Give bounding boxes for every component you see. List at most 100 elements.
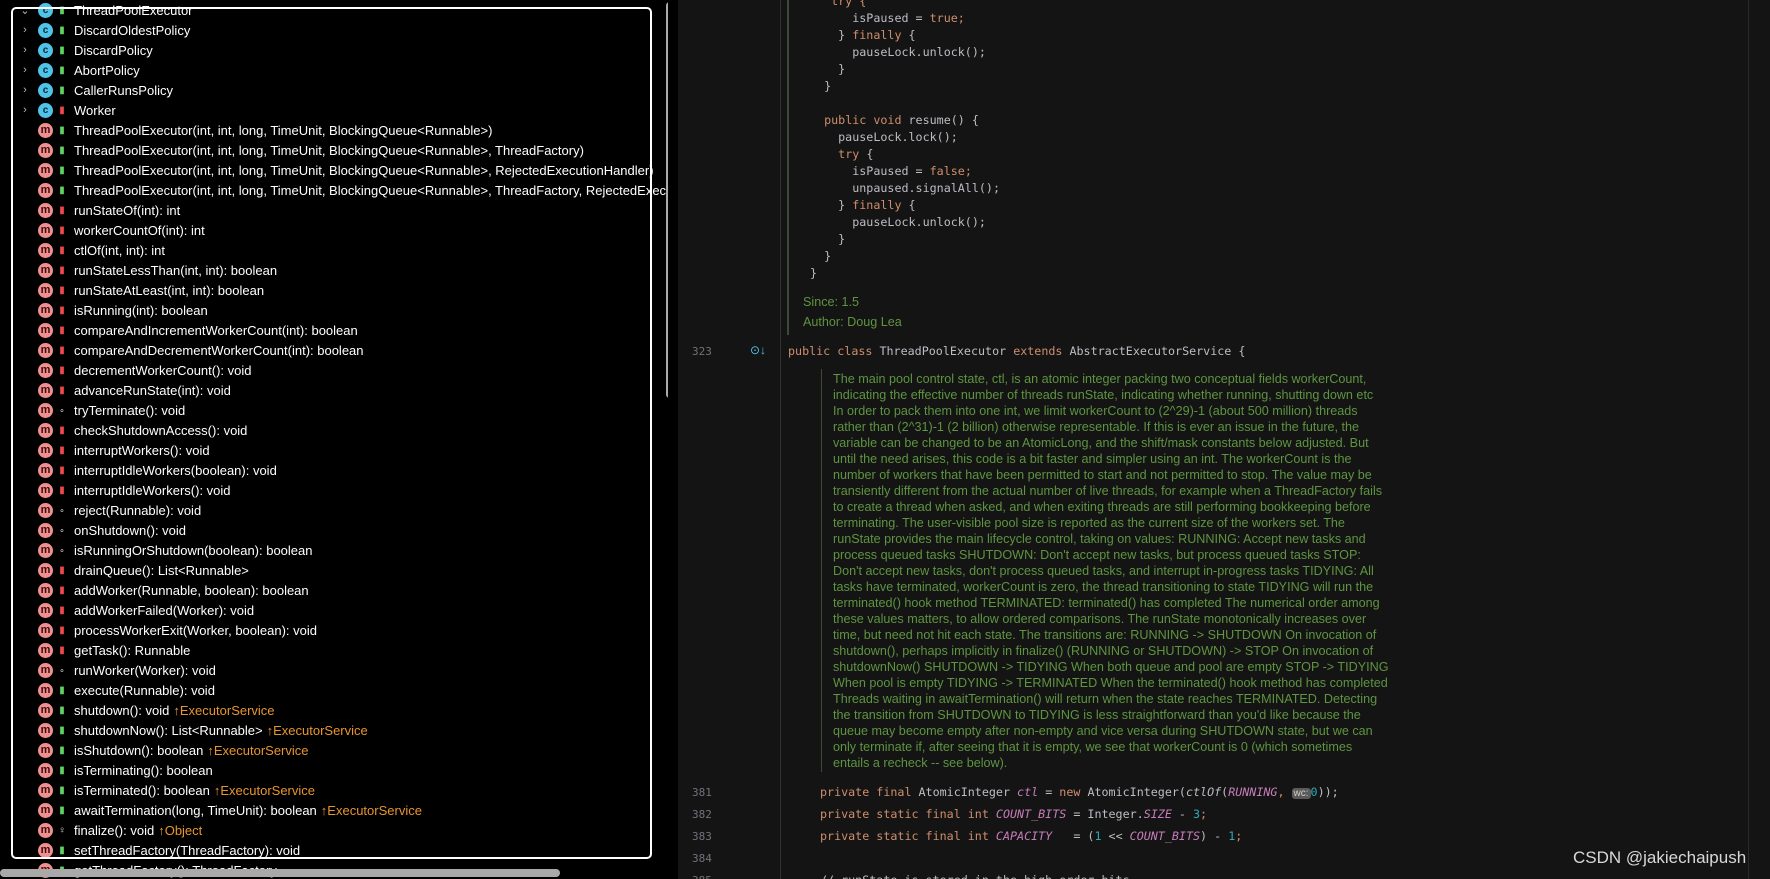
item-label: tryTerminate(): void	[74, 403, 185, 418]
code-line: private static final int CAPACITY = (1 <…	[820, 828, 1242, 845]
structure-item[interactable]: › c ▮ AbortPolicy	[0, 60, 668, 80]
javadoc-line: runState provides the main lifecycle con…	[833, 532, 1366, 546]
item-signature: advanceRunState(int): void	[74, 382, 231, 398]
code-token: new	[1059, 785, 1088, 799]
structure-item[interactable]: › c ▮ CallerRunsPolicy	[0, 80, 668, 100]
chevron-down-icon[interactable]: ⌄	[20, 4, 30, 17]
item-label: execute(Runnable): void	[74, 683, 215, 698]
structure-item[interactable]: m ▮ ThreadPoolExecutor(int, int, long, Tim…	[0, 140, 668, 160]
horizontal-scrollbar[interactable]	[0, 869, 560, 877]
structure-item[interactable]: m ▮ addWorkerFailed(Worker): void	[0, 600, 668, 620]
structure-item[interactable]: m ▮ compareAndDecrementWorkerCount(int): b…	[0, 340, 668, 360]
item-label: drainQueue(): List<Runnable>	[74, 563, 249, 578]
private-visibility-icon: ▮	[59, 204, 65, 216]
structure-item[interactable]: m ▮ awaitTermination(long, TimeUnit): bool…	[0, 800, 668, 820]
structure-item[interactable]: m ▮ runStateLessThan(int, int): boolean	[0, 260, 668, 280]
item-label: isRunningOrShutdown(boolean): boolean	[74, 543, 313, 558]
vertical-scrollbar[interactable]	[666, 2, 668, 398]
structure-item[interactable]: m ▮ ThreadPoolExecutor(int, int, long, Tim…	[0, 160, 668, 180]
private-visibility-icon: ▮	[59, 324, 65, 336]
structure-item[interactable]: m ▮ shutdownNow(): List<Runnable> ↑Executor…	[0, 720, 668, 740]
method-icon: m	[38, 322, 53, 338]
public-visibility-icon: ▮	[59, 24, 65, 36]
code-token: unpaused.signalAll();	[810, 181, 1000, 195]
code-line: private final AtomicInteger ctl = new At…	[820, 784, 1339, 801]
structure-item[interactable]: m ▮ interruptIdleWorkers(boolean): void	[0, 460, 668, 480]
structure-item[interactable]: m ▮ workerCountOf(int): int	[0, 220, 668, 240]
doc-since: Since: 1.5	[803, 295, 860, 309]
structure-item[interactable]: m ∘ runWorker(Worker): void	[0, 660, 668, 680]
structure-item[interactable]: m ▮ checkShutdownAccess(): void	[0, 420, 668, 440]
structure-item[interactable]: m ▮ getTask(): Runnable	[0, 640, 668, 660]
line-number: 323	[692, 345, 712, 358]
public-visibility-icon: ▮	[59, 804, 65, 816]
structure-item[interactable]: m ▮ drainQueue(): List<Runnable>	[0, 560, 668, 580]
structure-item[interactable]: m ▮ isTerminated(): boolean ↑ExecutorServic…	[0, 780, 668, 800]
chevron-right-icon[interactable]: ›	[20, 84, 30, 96]
structure-item[interactable]: m ▮ shutdown(): void ↑ExecutorService	[0, 700, 668, 720]
structure-item[interactable]: m ▮ ctlOf(int, int): int	[0, 240, 668, 260]
item-signature: CallerRunsPolicy	[74, 82, 173, 98]
chevron-right-icon[interactable]: ›	[20, 64, 30, 76]
structure-item[interactable]: m ▮ isShutdown(): boolean ↑ExecutorService	[0, 740, 668, 760]
structure-item[interactable]: m ∘ isRunningOrShutdown(boolean): boolean	[0, 540, 668, 560]
private-visibility-icon: ▮	[59, 584, 65, 596]
item-label: isShutdown(): boolean ↑ExecutorService	[74, 743, 309, 758]
javadoc-bar	[821, 369, 822, 772]
private-visibility-icon: ▮	[59, 224, 65, 236]
item-signature: finalize(): void	[74, 822, 155, 838]
structure-item[interactable]: m ▮ isRunning(int): boolean	[0, 300, 668, 320]
item-signature: addWorkerFailed(Worker): void	[74, 602, 255, 618]
structure-item[interactable]: m ▮ runStateOf(int): int	[0, 200, 668, 220]
public-visibility-icon: ▮	[59, 184, 65, 196]
code-token: isPaused =	[810, 164, 930, 178]
structure-item[interactable]: m ▮ isTerminating(): boolean	[0, 760, 668, 780]
method-icon: m	[38, 442, 53, 458]
item-label: runStateLessThan(int, int): boolean	[74, 263, 277, 278]
implementations-gutter-icon[interactable]: ⊙↓	[750, 343, 766, 357]
doc-code-line: }	[810, 78, 831, 95]
structure-item[interactable]: › c ▮ DiscardPolicy	[0, 40, 668, 60]
structure-item[interactable]: m ∘ onShutdown(): void	[0, 520, 668, 540]
structure-item[interactable]: m ▮ decrementWorkerCount(): void	[0, 360, 668, 380]
code-editor[interactable]: try { isPaused = true; } finally { pause…	[678, 0, 1770, 879]
javadoc-line: tasks have terminated, workerCount is ze…	[833, 580, 1374, 594]
structure-item[interactable]: m ∘ tryTerminate(): void	[0, 400, 668, 420]
structure-item[interactable]: m ▮ setThreadFactory(ThreadFactory): void	[0, 840, 668, 860]
item-signature: interruptWorkers(): void	[74, 442, 210, 458]
structure-item[interactable]: m ♀ finalize(): void ↑Object	[0, 820, 668, 840]
structure-item[interactable]: m ▮ execute(Runnable): void	[0, 680, 668, 700]
method-icon: m	[38, 402, 53, 418]
chevron-right-icon[interactable]: ›	[20, 44, 30, 56]
structure-item[interactable]: m ∘ reject(Runnable): void	[0, 500, 668, 520]
chevron-right-icon[interactable]: ›	[20, 104, 30, 116]
public-visibility-icon: ▮	[59, 784, 65, 796]
structure-item[interactable]: m ▮ processWorkerExit(Worker, boolean): vo…	[0, 620, 668, 640]
structure-item[interactable]: m ▮ runStateAtLeast(int, int): boolean	[0, 280, 668, 300]
structure-item[interactable]: m ▮ ThreadPoolExecutor(int, int, long, Tim…	[0, 180, 668, 200]
structure-item[interactable]: ⌄ c ▮ ThreadPoolExecutor	[0, 0, 668, 20]
item-signature: workerCountOf(int): int	[74, 222, 205, 238]
structure-item[interactable]: m ▮ interruptIdleWorkers(): void	[0, 480, 668, 500]
structure-item[interactable]: m ▮ advanceRunState(int): void	[0, 380, 668, 400]
item-signature: tryTerminate(): void	[74, 402, 186, 418]
inherited-from: ↑ExecutorService	[207, 742, 309, 758]
chevron-right-icon[interactable]: ›	[20, 24, 30, 36]
doc-author: Author: Doug Lea	[803, 315, 902, 329]
item-signature: ThreadPoolExecutor(int, int, long, TimeU…	[74, 122, 493, 138]
structure-item[interactable]: m ▮ addWorker(Runnable, boolean): boolean	[0, 580, 668, 600]
structure-item[interactable]: m ▮ interruptWorkers(): void	[0, 440, 668, 460]
code-token: AbstractExecutorService {	[1069, 344, 1246, 358]
item-label: ThreadPoolExecutor(int, int, long, TimeU…	[74, 163, 654, 178]
structure-item[interactable]: › c ▮ Worker	[0, 100, 668, 120]
code-token: RUNNING	[1228, 785, 1278, 799]
method-icon: m	[38, 542, 53, 558]
structure-item[interactable]: › c ▮ DiscardOldestPolicy	[0, 20, 668, 40]
method-icon: m	[38, 422, 53, 438]
private-visibility-icon: ▮	[59, 564, 65, 576]
structure-item[interactable]: m ▮ compareAndIncrementWorkerCount(int): b…	[0, 320, 668, 340]
method-icon: m	[38, 162, 53, 178]
structure-item[interactable]: m ▮ ThreadPoolExecutor(int, int, long, Tim…	[0, 120, 668, 140]
